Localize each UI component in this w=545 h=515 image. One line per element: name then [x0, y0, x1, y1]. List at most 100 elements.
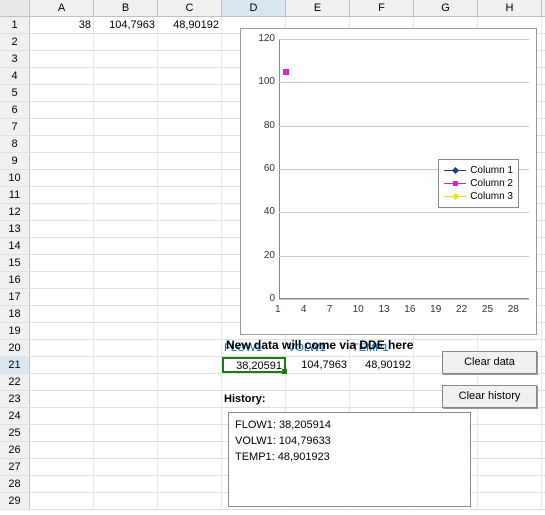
- cell-B17[interactable]: [94, 289, 158, 305]
- row-header-19[interactable]: 19: [0, 323, 30, 339]
- cell-A28[interactable]: [30, 476, 94, 492]
- cell-A15[interactable]: [30, 255, 94, 271]
- cell-A5[interactable]: [30, 85, 94, 101]
- chart[interactable]: 020406080100120 14710131619222528 Column…: [240, 28, 537, 335]
- cell-A3[interactable]: [30, 51, 94, 67]
- cell-B7[interactable]: [94, 119, 158, 135]
- cell-A22[interactable]: [30, 374, 94, 390]
- row-header-6[interactable]: 6: [0, 102, 30, 118]
- row-header-28[interactable]: 28: [0, 476, 30, 492]
- cell-C22[interactable]: [158, 374, 222, 390]
- cell-C12[interactable]: [158, 204, 222, 220]
- cell-A7[interactable]: [30, 119, 94, 135]
- cell-D22[interactable]: [222, 374, 286, 390]
- cell-B3[interactable]: [94, 51, 158, 67]
- corner-cell[interactable]: [0, 0, 30, 16]
- col-header-F[interactable]: F: [350, 0, 414, 16]
- row-header-7[interactable]: 7: [0, 119, 30, 135]
- cell-A9[interactable]: [30, 153, 94, 169]
- row-header-5[interactable]: 5: [0, 85, 30, 101]
- cell-B4[interactable]: [94, 68, 158, 84]
- row-header-2[interactable]: 2: [0, 34, 30, 50]
- cell-A16[interactable]: [30, 272, 94, 288]
- cell-B29[interactable]: [94, 493, 158, 509]
- cell-B21[interactable]: [94, 357, 158, 373]
- cell-F23[interactable]: [350, 391, 414, 407]
- cell-A13[interactable]: [30, 221, 94, 237]
- cell-C4[interactable]: [158, 68, 222, 84]
- row-header-23[interactable]: 23: [0, 391, 30, 407]
- cell-C5[interactable]: [158, 85, 222, 101]
- row-header-9[interactable]: 9: [0, 153, 30, 169]
- row-header-10[interactable]: 10: [0, 170, 30, 186]
- cell-A6[interactable]: [30, 102, 94, 118]
- row-header-29[interactable]: 29: [0, 493, 30, 509]
- cell-A21[interactable]: [30, 357, 94, 373]
- row-header-24[interactable]: 24: [0, 408, 30, 424]
- cell-A14[interactable]: [30, 238, 94, 254]
- row-header-12[interactable]: 12: [0, 204, 30, 220]
- cell-C14[interactable]: [158, 238, 222, 254]
- row-header-21[interactable]: 21: [0, 357, 30, 373]
- cell-B6[interactable]: [94, 102, 158, 118]
- cell-C6[interactable]: [158, 102, 222, 118]
- cell-B1[interactable]: 104,7963: [94, 17, 158, 33]
- cell-E22[interactable]: [286, 374, 350, 390]
- row-header-15[interactable]: 15: [0, 255, 30, 271]
- cell-C8[interactable]: [158, 136, 222, 152]
- row-header-16[interactable]: 16: [0, 272, 30, 288]
- cell-H28[interactable]: [478, 476, 542, 492]
- cell-C13[interactable]: [158, 221, 222, 237]
- cell-H29[interactable]: [478, 493, 542, 509]
- cell-B25[interactable]: [94, 425, 158, 441]
- cell-C16[interactable]: [158, 272, 222, 288]
- cell-A25[interactable]: [30, 425, 94, 441]
- cell-C20[interactable]: [158, 340, 222, 356]
- row-header-14[interactable]: 14: [0, 238, 30, 254]
- cell-B22[interactable]: [94, 374, 158, 390]
- cell-B27[interactable]: [94, 459, 158, 475]
- cell-B5[interactable]: [94, 85, 158, 101]
- cell-A18[interactable]: [30, 306, 94, 322]
- cell-A10[interactable]: [30, 170, 94, 186]
- cell-C7[interactable]: [158, 119, 222, 135]
- cell-C27[interactable]: [158, 459, 222, 475]
- cell-H26[interactable]: [478, 442, 542, 458]
- clear-data-button[interactable]: Clear data: [442, 351, 537, 374]
- row-header-18[interactable]: 18: [0, 306, 30, 322]
- cell-A24[interactable]: [30, 408, 94, 424]
- cell-C19[interactable]: [158, 323, 222, 339]
- cell-A2[interactable]: [30, 34, 94, 50]
- row-header-11[interactable]: 11: [0, 187, 30, 203]
- cell-B24[interactable]: [94, 408, 158, 424]
- cell-A26[interactable]: [30, 442, 94, 458]
- cell-A23[interactable]: [30, 391, 94, 407]
- row-header-17[interactable]: 17: [0, 289, 30, 305]
- row-header-3[interactable]: 3: [0, 51, 30, 67]
- cell-C26[interactable]: [158, 442, 222, 458]
- cell-C1[interactable]: 48,90192: [158, 17, 222, 33]
- col-header-A[interactable]: A: [30, 0, 94, 16]
- cell-C3[interactable]: [158, 51, 222, 67]
- cell-C15[interactable]: [158, 255, 222, 271]
- cell-B10[interactable]: [94, 170, 158, 186]
- row-header-20[interactable]: 20: [0, 340, 30, 356]
- cell-B20[interactable]: [94, 340, 158, 356]
- cell-D23[interactable]: History:: [222, 391, 286, 407]
- cell-C24[interactable]: [158, 408, 222, 424]
- cell-C9[interactable]: [158, 153, 222, 169]
- cell-C23[interactable]: [158, 391, 222, 407]
- cell-H24[interactable]: [478, 408, 542, 424]
- cell-C2[interactable]: [158, 34, 222, 50]
- cell-A1[interactable]: 38: [30, 17, 94, 33]
- col-header-E[interactable]: E: [286, 0, 350, 16]
- cell-B13[interactable]: [94, 221, 158, 237]
- col-header-D[interactable]: D: [222, 0, 286, 16]
- cell-A4[interactable]: [30, 68, 94, 84]
- cell-B8[interactable]: [94, 136, 158, 152]
- cell-B26[interactable]: [94, 442, 158, 458]
- row-header-26[interactable]: 26: [0, 442, 30, 458]
- row-header-1[interactable]: 1: [0, 17, 30, 33]
- cell-B28[interactable]: [94, 476, 158, 492]
- cell-C21[interactable]: [158, 357, 222, 373]
